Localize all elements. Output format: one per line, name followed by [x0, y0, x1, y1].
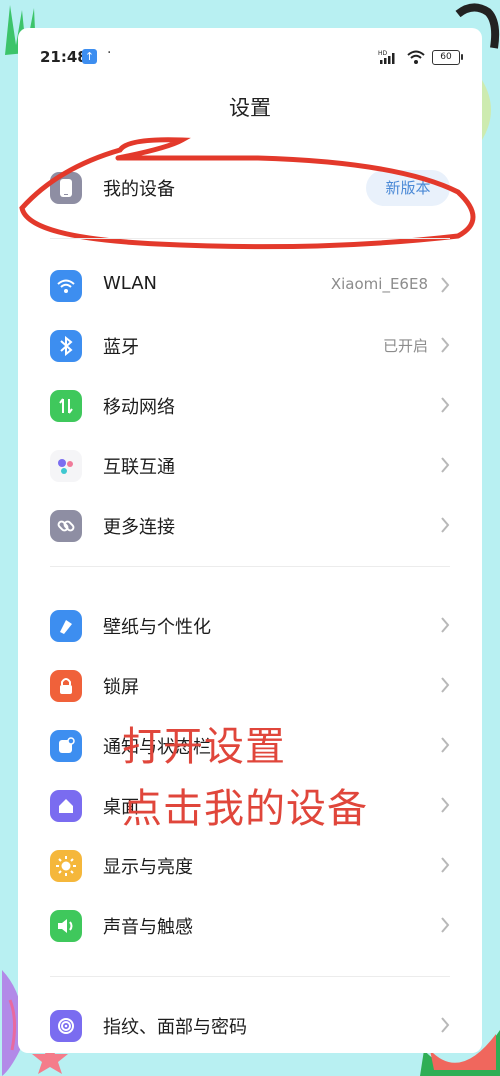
page-title: 设置 — [229, 96, 271, 120]
overlay-text-line1: 打开设置 — [122, 724, 286, 770]
settings-item-brush[interactable]: 壁纸与个性化 — [18, 596, 482, 656]
chevron-right-icon — [441, 857, 450, 873]
signal-label: HD — [378, 50, 388, 57]
divider — [50, 566, 450, 567]
chevron-right-icon — [441, 677, 450, 693]
settings-item-value: Xiaomi_E6E8 — [330, 275, 428, 293]
sun-icon — [50, 850, 82, 882]
settings-item-value: 已开启 — [382, 337, 428, 355]
settings-item-speaker[interactable]: 声音与触感 — [18, 896, 482, 956]
settings-item-label: 互联互通 — [103, 457, 175, 478]
arrow-up-icon: ↑ — [82, 49, 97, 64]
chevron-right-icon — [441, 1017, 450, 1033]
chevron-right-icon — [441, 517, 450, 533]
settings-item-mobile-data[interactable]: 移动网络 — [18, 376, 482, 436]
fingerprint-icon — [50, 1010, 82, 1042]
divider — [50, 976, 450, 977]
status-indicators: HD 60 — [378, 48, 463, 66]
settings-item-link[interactable]: 更多连接 — [18, 496, 482, 556]
settings-item-label: 指纹、面部与密码 — [103, 1017, 247, 1038]
bluetooth-icon — [50, 330, 82, 362]
settings-item-label: 蓝牙 — [103, 337, 139, 358]
lock-icon — [50, 670, 82, 702]
settings-item-label: 移动网络 — [103, 397, 175, 418]
settings-item-lock[interactable]: 锁屏 — [18, 656, 482, 716]
chevron-right-icon — [441, 917, 450, 933]
link-icon — [50, 510, 82, 542]
overlay-text-line2: 点击我的设备 — [122, 786, 368, 832]
settings-item-label: 更多连接 — [103, 517, 175, 538]
settings-item-label: WLAN — [103, 273, 158, 294]
settings-item-interconnect[interactable]: 互联互通 — [18, 436, 482, 496]
settings-item-sun[interactable]: 显示与亮度 — [18, 836, 482, 896]
leaf-decoration — [482, 80, 491, 140]
status-dot: · — [107, 45, 112, 61]
settings-item-label: 壁纸与个性化 — [103, 617, 211, 638]
chevron-right-icon — [441, 337, 450, 353]
chevron-right-icon — [441, 797, 450, 813]
settings-item-label: 声音与触感 — [103, 917, 193, 938]
chevron-right-icon — [441, 457, 450, 473]
divider — [50, 238, 450, 239]
wifi-status-icon — [407, 50, 425, 64]
chevron-right-icon — [441, 277, 450, 293]
mobile-data-icon — [50, 390, 82, 422]
chevron-right-icon — [441, 397, 450, 413]
speaker-icon — [50, 910, 82, 942]
status-bar: 21:48 ↑ · HD 60 — [18, 28, 482, 82]
settings-item-fingerprint[interactable]: 指纹、面部与密码 — [18, 996, 482, 1053]
interconnect-icon — [50, 450, 82, 482]
settings-item-wifi[interactable]: WLAN Xiaomi_E6E8 — [18, 256, 482, 316]
signal-icon: HD — [378, 50, 395, 64]
battery-icon: 60 — [432, 49, 463, 65]
status-time: 21:48 — [40, 48, 88, 66]
wifi-icon — [50, 270, 82, 302]
chevron-right-icon — [441, 737, 450, 753]
settings-item-bluetooth[interactable]: 蓝牙 已开启 — [18, 316, 482, 376]
chevron-right-icon — [441, 617, 450, 633]
brush-icon — [50, 610, 82, 642]
settings-item-label: 锁屏 — [103, 677, 139, 698]
notification-icon — [50, 730, 82, 762]
home-icon — [50, 790, 82, 822]
phone-screen: 21:48 ↑ · HD 60 设置 我的设备 新版本 WLAN Xiaomi_… — [18, 28, 482, 1053]
settings-item-label: 显示与亮度 — [103, 857, 193, 878]
